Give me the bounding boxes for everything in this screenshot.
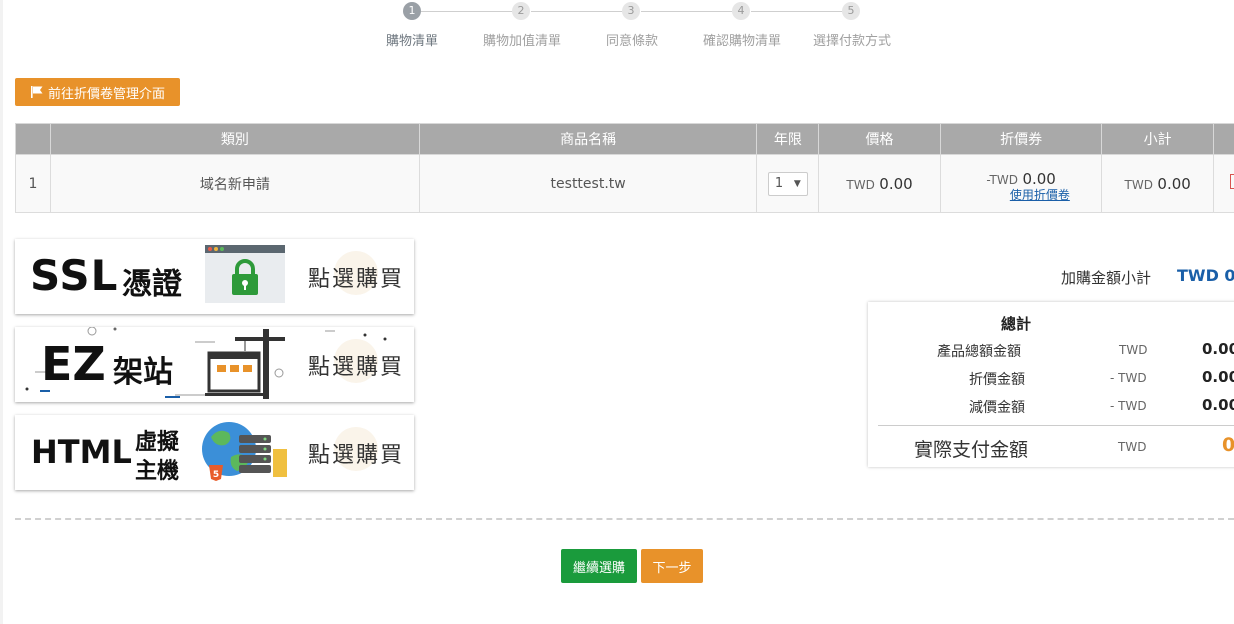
summary-pay-label: 實際支付金額 — [914, 439, 1029, 461]
summary-product-total-currency: TWD — [1119, 343, 1148, 357]
price-amount: 0.00 — [879, 174, 913, 193]
step-connector — [531, 11, 623, 12]
step-3-label: 同意條款 — [605, 34, 659, 49]
cart-table: 類別 商品名稱 年限 價格 折價券 小計 1 域名新申請 testtest.tw… — [15, 123, 1234, 213]
step-connector — [751, 11, 843, 12]
step-3-circle: 3 — [622, 2, 640, 20]
row-years-cell: 1 ▼ — [756, 154, 820, 213]
banner-ez-subtitle: 架站 — [113, 355, 173, 390]
svg-text:5: 5 — [213, 470, 219, 480]
step-5-label: 選擇付款方式 — [812, 34, 892, 49]
summary-reduction-label: 減價金額 — [969, 400, 1025, 416]
dropdown-arrow-icon: ▼ — [793, 178, 801, 189]
discount-currency: -TWD — [986, 173, 1018, 187]
coupon-manage-button[interactable]: 前往折價卷管理介面 — [15, 78, 180, 106]
continue-shopping-button[interactable]: 繼續選購 — [561, 549, 637, 583]
step-connector — [641, 11, 733, 12]
banner-ssl-title: SSL — [30, 251, 119, 300]
banner-ssl-subtitle: 憑證 — [122, 267, 182, 302]
years-select[interactable]: 1 ▼ — [767, 171, 808, 196]
step-2-circle: 2 — [512, 2, 530, 20]
price-currency: TWD — [846, 177, 875, 192]
row-discount: -TWD 0.00 使用折價卷 — [939, 154, 1103, 213]
col-price: 價格 — [818, 123, 941, 155]
next-step-button[interactable]: 下一步 — [641, 549, 703, 583]
addon-subtotal-value: TWD 0.0 — [1177, 266, 1234, 285]
col-years: 年限 — [756, 123, 820, 155]
banner-html-subtitle2: 主機 — [135, 459, 180, 484]
banner-html-subtitle: 虛擬 — [135, 430, 180, 455]
row-category: 域名新申請 — [49, 154, 420, 213]
banner-html-title: HTML — [31, 433, 132, 471]
col-product: 商品名稱 — [418, 123, 758, 155]
col-discount: 折價券 — [939, 123, 1103, 155]
server-icon: 5 — [202, 422, 287, 481]
ssl-cert-banner[interactable]: SSL 憑證 點選購買 — [15, 239, 414, 314]
table-row: 1 域名新申請 testtest.tw 1 ▼ TWD 0.00 -TWD 0.… — [15, 154, 1234, 213]
col-action — [1213, 123, 1234, 155]
checkout-stepper: 1 2 3 4 5 購物清單 購物加值清單 同意條款 確認購物清單 選擇付款方式 — [0, 0, 1234, 60]
summary-reduction-value: 0.00 — [1202, 396, 1234, 414]
summary-discount-label: 折價金額 — [969, 372, 1025, 388]
html-hosting-banner[interactable]: HTML 虛擬 主機 5 點選購買 — [15, 415, 414, 490]
ez-site-banner[interactable]: EZ 架站 點選購買 — [15, 327, 414, 402]
years-value: 1 — [774, 176, 784, 191]
step-connector — [421, 11, 513, 12]
subtotal-amount: 0.00 — [1157, 174, 1191, 193]
step-4-label: 確認購物清單 — [702, 34, 782, 49]
remove-item-icon[interactable] — [1230, 174, 1234, 189]
crane-icon — [205, 329, 285, 399]
banner-ez-title: EZ — [41, 337, 106, 391]
col-index — [15, 123, 51, 155]
summary-pay-value: 0 — [1222, 434, 1234, 456]
summary-discount-value: 0.00 — [1202, 368, 1234, 386]
summary-product-total-value: 0.00 — [1202, 340, 1234, 358]
row-price: TWD 0.00 — [818, 154, 941, 213]
summary-divider — [878, 425, 1234, 426]
summary-discount-currency: - TWD — [1110, 371, 1147, 385]
summary-reduction-currency: - TWD — [1110, 399, 1147, 413]
section-divider — [15, 518, 1234, 520]
step-2-label: 購物加值清單 — [482, 34, 562, 49]
row-index: 1 — [15, 154, 51, 213]
step-4-circle: 4 — [732, 2, 750, 20]
col-category: 類別 — [49, 123, 420, 155]
row-subtotal: TWD 0.00 — [1101, 154, 1214, 213]
step-1-label: 購物清單 — [385, 34, 439, 49]
addon-subtotal-label: 加購金額小計 — [1061, 269, 1152, 287]
coupon-manage-label: 前往折價卷管理介面 — [47, 86, 165, 102]
lock-icon — [205, 245, 285, 303]
ez-buy-label: 點選購買 — [308, 339, 404, 383]
ssl-buy-label: 點選購買 — [308, 251, 404, 295]
row-action — [1213, 154, 1234, 213]
col-subtotal: 小計 — [1101, 123, 1214, 155]
subtotal-currency: TWD — [1124, 177, 1153, 192]
step-1-circle: 1 — [403, 2, 421, 20]
html-buy-label: 點選購買 — [308, 427, 404, 471]
summary-pay-currency: TWD — [1118, 440, 1147, 454]
step-5-circle: 5 — [842, 2, 860, 20]
table-header-row: 類別 商品名稱 年限 價格 折價券 小計 — [15, 123, 1234, 155]
row-product: testtest.tw — [418, 154, 758, 213]
use-coupon-link[interactable]: 使用折價卷 — [1010, 186, 1101, 203]
summary-product-total-label: 產品總額金額 — [937, 344, 1021, 360]
flag-icon — [30, 86, 43, 98]
summary-title: 總計 — [1001, 315, 1032, 333]
page-left-border — [0, 0, 3, 624]
